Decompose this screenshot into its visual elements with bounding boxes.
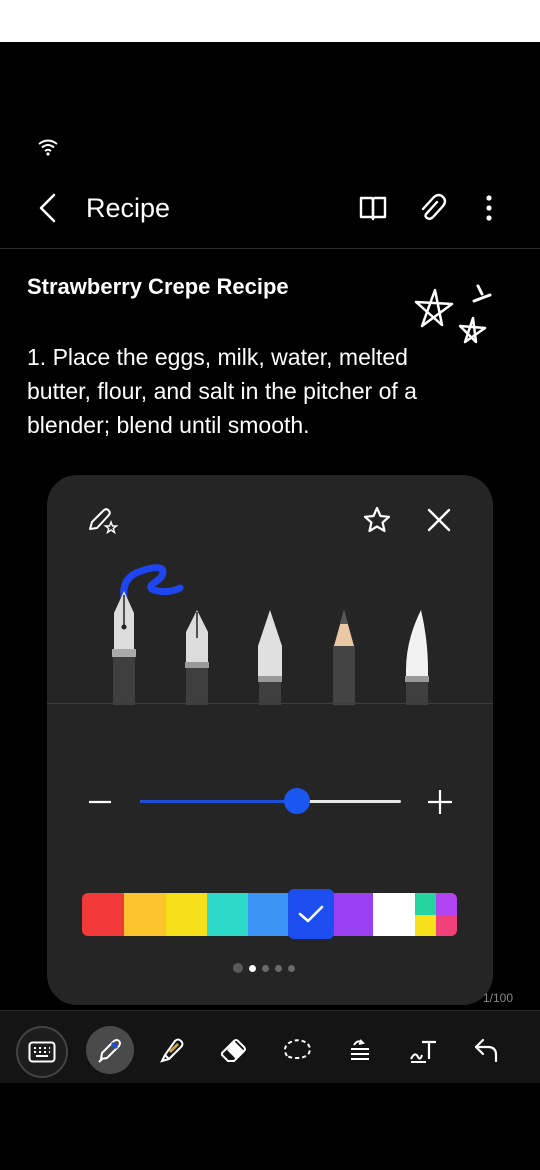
color-swatch-multicolor[interactable] xyxy=(415,893,457,936)
calligraphy-pen-icon xyxy=(185,610,209,705)
wifi-icon xyxy=(37,138,59,156)
favorite-pens-button[interactable] xyxy=(86,505,120,535)
check-icon xyxy=(298,905,324,923)
undo-button[interactable] xyxy=(462,1026,510,1074)
pencil-icon xyxy=(333,610,355,705)
more-options-button[interactable] xyxy=(480,194,498,222)
keyboard-icon xyxy=(28,1041,56,1063)
chevron-left-icon xyxy=(39,193,56,223)
pen-icon xyxy=(98,1039,121,1063)
lasso-select-icon xyxy=(283,1039,311,1060)
reading-mode-button[interactable] xyxy=(358,194,388,222)
pen-ballpoint[interactable] xyxy=(253,610,287,705)
highlighter-icon xyxy=(160,1038,184,1063)
plus-icon xyxy=(428,790,452,814)
lasso-tool-button[interactable] xyxy=(273,1026,321,1074)
pen-fountain[interactable] xyxy=(106,555,190,705)
note-title: Strawberry Crepe Recipe xyxy=(27,274,289,299)
text-style-tool-button[interactable] xyxy=(400,1026,448,1074)
note-body[interactable]: 1. Place the eggs, milk, water, melted b… xyxy=(27,340,477,442)
color-swatch-yellow[interactable] xyxy=(166,893,207,936)
status-area-top xyxy=(0,0,540,42)
star-icon xyxy=(363,506,391,533)
close-icon xyxy=(427,508,451,532)
undo-icon xyxy=(474,1038,498,1063)
brush-icon xyxy=(405,610,429,705)
back-button[interactable] xyxy=(36,193,60,223)
size-slider-thumb[interactable] xyxy=(284,788,310,814)
color-swatch-teal[interactable] xyxy=(207,893,248,936)
eraser-icon xyxy=(221,1039,246,1062)
drawing-toolbar xyxy=(0,1010,540,1083)
handwriting-to-text-icon xyxy=(410,1040,436,1063)
page-title: Recipe xyxy=(86,193,171,223)
appbar-divider xyxy=(0,248,540,249)
pen-calligraphy[interactable] xyxy=(180,610,214,705)
decrease-size-button[interactable] xyxy=(88,790,112,814)
straighten-tool-button[interactable] xyxy=(336,1026,384,1074)
keyboard-button[interactable] xyxy=(16,1026,68,1078)
page-dot-active[interactable] xyxy=(249,964,256,972)
pen-tool-button[interactable] xyxy=(86,1026,134,1074)
more-vertical-icon xyxy=(486,195,492,221)
paperclip-icon xyxy=(421,193,447,220)
selected-color-indicator[interactable] xyxy=(288,889,334,939)
increase-size-button[interactable] xyxy=(427,789,453,815)
pen-brush[interactable] xyxy=(400,610,434,705)
page-dot[interactable] xyxy=(275,964,282,972)
book-icon xyxy=(359,196,387,221)
minus-icon xyxy=(89,800,111,804)
page-dot[interactable] xyxy=(288,964,295,972)
color-swatch-purple[interactable] xyxy=(332,893,373,936)
page-indicator xyxy=(233,963,295,973)
page-dot[interactable] xyxy=(262,964,269,972)
pen-shelf-divider xyxy=(47,703,493,704)
straighten-text-icon xyxy=(351,1039,369,1060)
size-slider-fill xyxy=(140,800,297,803)
add-favorite-button[interactable] xyxy=(362,505,392,535)
character-counter: 1/100 xyxy=(483,991,514,1005)
close-panel-button[interactable] xyxy=(426,507,452,533)
color-swatch-light-blue[interactable] xyxy=(248,893,288,936)
attach-button[interactable] xyxy=(416,192,448,224)
color-swatch-orange[interactable] xyxy=(124,893,166,936)
fountain-pen-icon xyxy=(112,564,184,705)
ballpoint-pen-icon xyxy=(258,610,282,705)
color-swatch-red[interactable] xyxy=(82,893,124,936)
pen-pencil[interactable] xyxy=(327,610,361,705)
eraser-tool-button[interactable] xyxy=(209,1026,257,1074)
color-swatch-white[interactable] xyxy=(373,893,415,936)
color-palette xyxy=(82,893,457,936)
pen-star-icon xyxy=(89,508,119,535)
page-dot[interactable] xyxy=(233,963,243,973)
highlighter-tool-button[interactable] xyxy=(148,1026,196,1074)
